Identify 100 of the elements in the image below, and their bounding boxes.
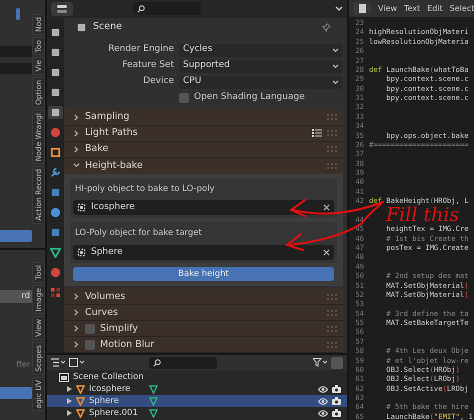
panel-title: Sampling — [85, 112, 130, 122]
panel-header[interactable]: Curves — [64, 305, 343, 321]
chevron-right-icon — [73, 325, 80, 332]
search-field[interactable] — [149, 356, 217, 368]
drag-handle-icon[interactable] — [327, 310, 337, 316]
wrench-icon — [50, 166, 61, 178]
property-tab[interactable] — [48, 106, 63, 118]
property-tab[interactable] — [48, 146, 63, 158]
collection-icon — [59, 372, 69, 382]
chevron-right-icon — [73, 146, 80, 152]
filter-icon[interactable] — [313, 358, 327, 367]
pin-icon[interactable] — [322, 23, 331, 32]
property-tab[interactable] — [48, 286, 63, 298]
property-tab[interactable] — [48, 126, 63, 138]
square-icon — [50, 146, 61, 158]
checkbox[interactable] — [179, 92, 189, 102]
panel-header[interactable]: Height-bake — [64, 158, 343, 174]
eye-icon[interactable] — [318, 398, 328, 404]
chevron-down-icon — [332, 64, 339, 68]
search-icon — [137, 4, 145, 13]
search-field[interactable] — [133, 2, 201, 16]
eye-icon[interactable] — [318, 410, 328, 416]
outliner-row[interactable]: Sphere — [47, 395, 347, 407]
menu-item[interactable]: Edit — [427, 2, 443, 14]
panel-title: Curves — [85, 308, 119, 318]
panel-header[interactable]: Bake — [64, 142, 343, 158]
panel-header[interactable]: Motion Blur — [64, 337, 343, 353]
list-icon[interactable] — [312, 129, 322, 137]
chevron-right-icon — [73, 114, 80, 120]
menu-item[interactable]: View — [378, 2, 397, 14]
outliner-row[interactable]: Icosphere — [47, 383, 347, 395]
field-label: LO-Poly object for bake target — [74, 227, 203, 240]
triangle-icon — [50, 246, 61, 258]
menu-item[interactable]: Select — [450, 2, 474, 14]
clear-icon[interactable] — [323, 204, 330, 212]
object-field[interactable]: Sphere — [73, 245, 334, 260]
outliner-item-name: Icosphere — [89, 384, 132, 394]
checker-icon — [50, 286, 61, 298]
sphere-icon — [50, 266, 61, 278]
panel-header[interactable]: Simplify — [64, 321, 343, 337]
outliner-item-name: Sphere.001 — [89, 408, 139, 418]
outliner-item-name: Scene Collection — [73, 372, 144, 382]
panel-title: Height-bake — [85, 160, 144, 170]
input-field[interactable] — [0, 63, 32, 74]
setting-label: Device — [142, 75, 174, 88]
dropdown-icon[interactable] — [335, 6, 343, 12]
field-value: Icosphere — [91, 201, 136, 214]
chevron-down-icon — [332, 48, 339, 52]
breadcrumb: Scene — [93, 20, 123, 34]
dropdown[interactable]: Cycles — [179, 44, 343, 56]
editor-type-button[interactable] — [51, 2, 73, 16]
chevron-right-icon — [73, 341, 80, 348]
drag-handle-icon[interactable] — [327, 130, 337, 136]
drag-handle-icon[interactable] — [327, 326, 337, 332]
drag-handle-icon[interactable] — [327, 162, 337, 168]
dropdown[interactable]: Supported — [179, 60, 343, 72]
setting-label: Render Engine — [107, 43, 174, 56]
panel-header[interactable]: Volumes — [64, 289, 343, 305]
drag-handle-icon[interactable] — [327, 146, 337, 152]
editor-type-button[interactable] — [353, 2, 371, 15]
outliner-item-name: Sphere — [89, 396, 120, 406]
panel-header[interactable]: Light Paths — [64, 126, 343, 142]
input-field[interactable] — [0, 46, 32, 57]
chevron-down-icon — [332, 80, 339, 84]
panel-header[interactable]: Sampling — [64, 110, 343, 126]
property-tab[interactable] — [48, 266, 63, 278]
eye-icon[interactable] — [318, 386, 328, 392]
checkbox[interactable] — [85, 340, 95, 350]
panel-title: Simplify — [100, 324, 140, 334]
drag-handle-icon[interactable] — [327, 294, 337, 300]
handwritten-note: Fill this — [386, 206, 460, 225]
chevron-right-icon — [73, 293, 80, 300]
label: ffer — [15, 359, 31, 371]
checkbox[interactable] — [85, 324, 95, 334]
clear-icon[interactable] — [323, 249, 330, 256]
checkbox-label: Open Shading Language — [194, 90, 305, 104]
chevron-right-icon — [73, 309, 80, 316]
setting-label: Feature Set — [121, 59, 174, 72]
drag-handle-icon[interactable] — [327, 342, 337, 348]
outliner-row[interactable]: Sphere.001 — [47, 407, 347, 419]
outliner-row[interactable]: Scene Collection — [47, 371, 347, 383]
toggles-icon — [57, 4, 67, 13]
object-icon — [77, 248, 86, 257]
property-tab[interactable] — [48, 206, 63, 218]
menu-item[interactable]: Text — [404, 2, 420, 14]
field-value: Sphere — [91, 246, 124, 259]
panel-title: Bake — [85, 144, 110, 154]
object-field[interactable]: Icosphere — [73, 200, 334, 216]
property-tab[interactable] — [48, 246, 63, 258]
display-mode-icon[interactable] — [69, 358, 85, 367]
dropdown[interactable]: CPU — [179, 76, 343, 88]
panel-title: Volumes — [85, 292, 126, 302]
search-icon — [153, 358, 161, 366]
panel-title: Light Paths — [85, 128, 139, 138]
field-label: HI-poly object to bake to LO-poly — [74, 182, 216, 196]
list-icon[interactable] — [51, 358, 65, 367]
input-field[interactable]: rd — [0, 290, 32, 303]
object-icon — [77, 203, 86, 212]
bake-height-button[interactable]: Bake height — [73, 267, 334, 281]
drag-handle-icon[interactable] — [327, 114, 337, 120]
